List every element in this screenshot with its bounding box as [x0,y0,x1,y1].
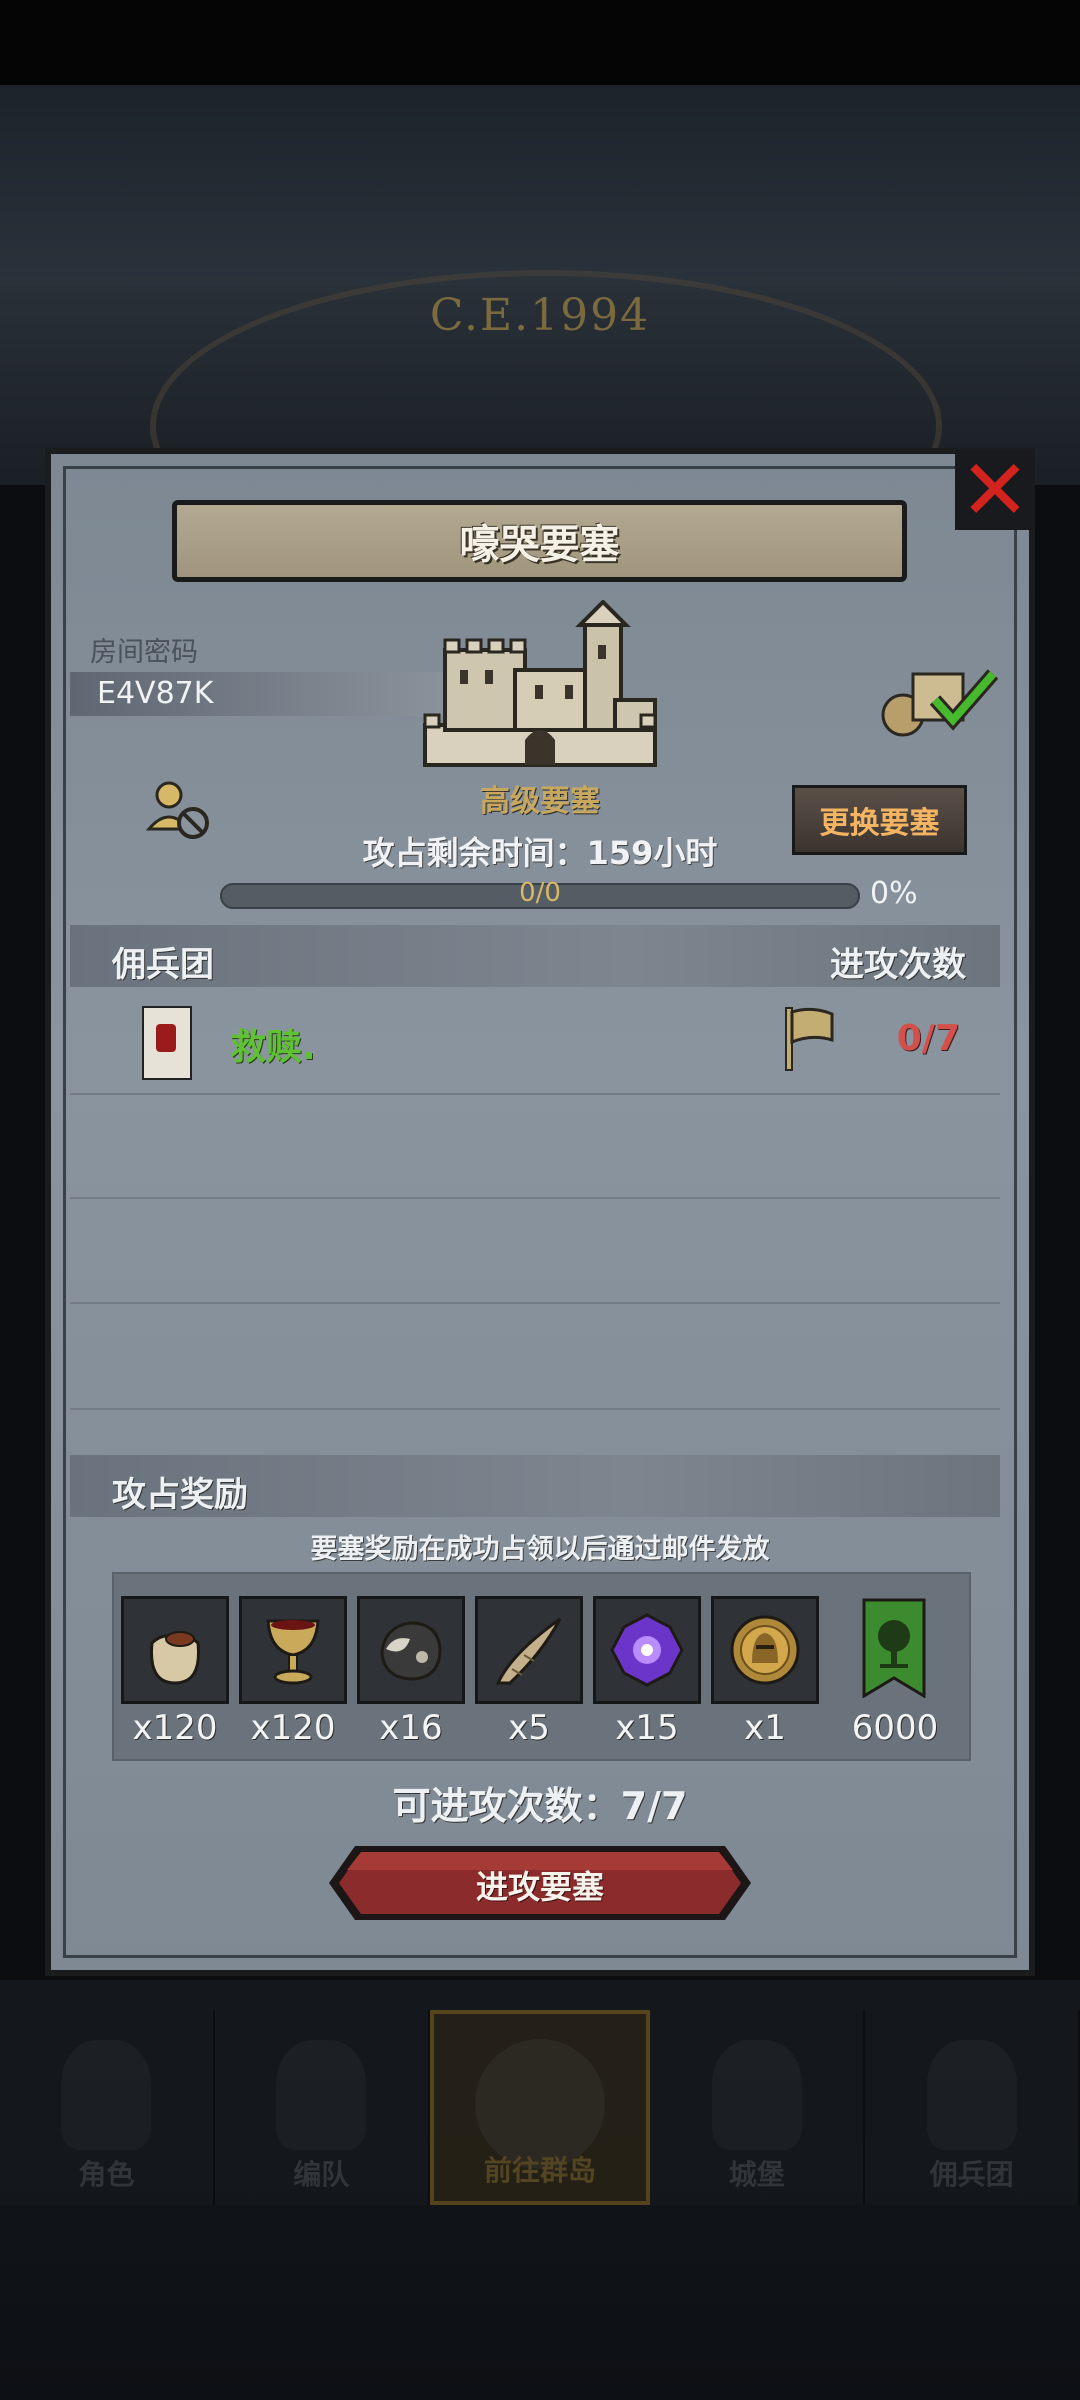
nav-item-character[interactable]: 角色 [0,2010,215,2205]
progress-percent: 0% [870,876,918,911]
mercenary-header-label: 佣兵团 [112,945,214,985]
nav-item-mercenary[interactable]: 佣兵团 [865,2010,1080,2205]
reward-item[interactable] [593,1596,701,1704]
reward-qty: x5 [508,1708,550,1748]
knight-medal-icon [730,1615,800,1685]
room-code-label: 房间密码 [90,637,198,668]
close-button[interactable]: ✕ [955,441,1035,539]
no-user-icon[interactable] [145,775,215,845]
bottom-nav: 角色 编队 前往群岛 城堡 佣兵团 [0,2010,1080,2205]
nav-label: 角色 [78,2158,135,2191]
attacks-header-label: 进攻次数 [830,945,966,985]
close-x-icon: ✕ [959,441,1031,539]
list-item[interactable]: 救赎. 0/7 [70,990,1000,1090]
reward-header: 攻占奖励 [70,1455,1000,1517]
nav-item-formation[interactable]: 编队 [215,2010,430,2205]
change-fortress-label: 更换要塞 [819,806,940,841]
progress-text: 0/0 [519,878,561,908]
castle-icon [711,2040,802,2150]
background-upper [0,85,1080,285]
reward-item[interactable] [239,1596,347,1704]
goblet-icon [266,1619,320,1685]
divider [70,1302,1000,1304]
guild-tree-banner-icon[interactable] [862,1598,926,1698]
horn-icon [495,1617,562,1685]
reward-item[interactable] [475,1596,583,1704]
mercenary-name: 救赎. [230,1027,316,1068]
reward-header-label: 攻占奖励 [112,1475,248,1515]
reward-item[interactable] [357,1596,465,1704]
nav-label: 前往群岛 [483,2154,596,2187]
era-label: C.E.1994 [429,290,651,341]
armor-icon [61,2040,152,2150]
divider [70,1197,1000,1199]
reward-qty: x15 [615,1708,679,1748]
remaining-time-unit: 小时 [653,834,718,872]
reward-qty: x120 [250,1708,336,1748]
nav-item-islands[interactable]: 前往群岛 [429,2010,651,2205]
attack-fortress-button[interactable]: 进攻要塞 [325,1842,755,1924]
title-banner: 嚎哭要塞 [172,500,907,582]
reward-qty: x16 [379,1708,443,1748]
attack-fortress-label: 进攻要塞 [475,1868,604,1906]
nav-label: 城堡 [728,2158,785,2191]
nav-label: 佣兵团 [929,2158,1014,2191]
mercenary-banner-icon [142,1006,192,1080]
mercenary-icon [926,2040,1017,2150]
reward-qty: 6000 [851,1708,939,1748]
attack-count: 0/7 [896,1018,960,1059]
purple-crystal-icon [610,1613,684,1687]
divider [70,1093,1000,1095]
available-attacks-label: 可进攻次数： [392,1784,621,1828]
status-bar [0,0,1080,85]
nav-item-castle[interactable]: 城堡 [650,2010,866,2205]
nav-label: 编队 [293,2158,350,2191]
available-attacks-value: 7/7 [620,1784,688,1828]
reward-note: 要塞奖励在成功占领以后通过邮件发放 [310,1534,770,1565]
remaining-time-label: 攻占剩余时间： [362,834,587,872]
fortress-castle-icon [423,600,657,767]
dialog-title: 嚎哭要塞 [459,522,620,568]
remaining-time-value: 159 [586,834,654,872]
grain-sack-icon [149,1631,201,1685]
room-code-value[interactable]: E4V87K [97,676,213,711]
divider [70,1408,1000,1410]
change-fortress-button[interactable]: 更换要塞 [792,785,967,855]
helmet-icon [276,2040,367,2150]
reward-qty: x1 [744,1708,786,1748]
flag-icon [785,1007,834,1071]
reward-item[interactable] [711,1596,819,1704]
mercenary-header: 佣兵团 进攻次数 [70,925,1000,987]
reward-qty: x120 [132,1708,218,1748]
loot-box-check-icon[interactable] [875,660,1000,740]
ore-stone-icon [380,1621,442,1681]
reward-item[interactable] [121,1596,229,1704]
available-attacks: 可进攻次数：7/7 [0,1775,1080,1830]
